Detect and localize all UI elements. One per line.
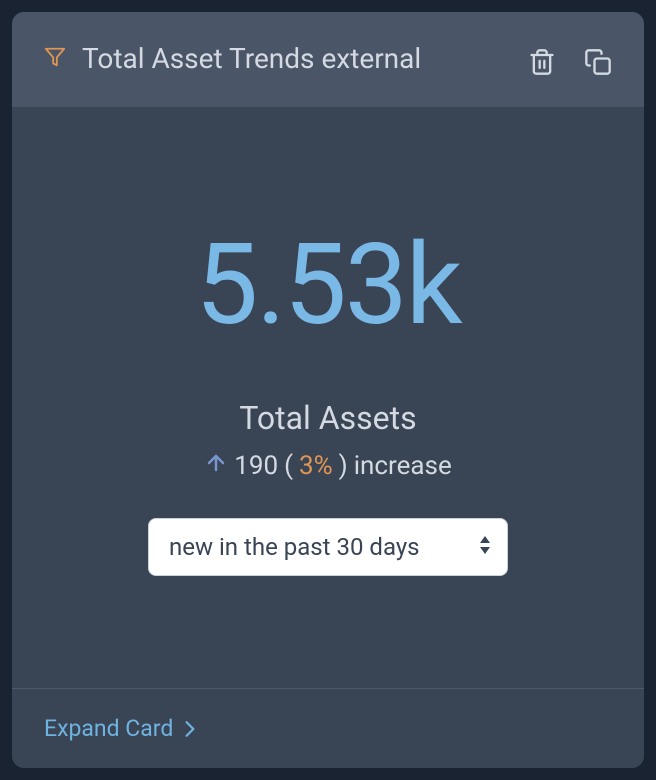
copy-button[interactable] — [584, 48, 612, 79]
change-paren-open: ( — [284, 451, 293, 481]
metric-value: 5.53k — [195, 220, 460, 351]
change-paren-close: ) — [339, 451, 348, 481]
timerange-select-wrapper: new in the past 30 days — [148, 518, 508, 576]
change-percent: 3% — [299, 451, 333, 481]
timerange-select[interactable]: new in the past 30 days — [148, 518, 508, 576]
delete-button[interactable] — [528, 48, 556, 79]
expand-label: Expand Card — [44, 715, 173, 742]
card-header: Total Asset Trends external — [12, 12, 644, 107]
metric-change: 190 (3%) increase — [204, 451, 451, 482]
chevron-right-icon — [183, 720, 197, 738]
arrow-up-icon — [204, 451, 228, 482]
copy-icon — [584, 48, 612, 79]
asset-trends-card: Total Asset Trends external — [12, 12, 644, 768]
card-title: Total Asset Trends external — [82, 40, 421, 78]
header-left: Total Asset Trends external — [44, 40, 421, 78]
change-count: 190 — [234, 451, 278, 481]
filter-icon — [44, 46, 66, 72]
trash-icon — [528, 48, 556, 79]
header-actions — [528, 48, 612, 79]
change-text: increase — [354, 451, 452, 481]
card-body: 5.53k Total Assets 190 (3%) increase new… — [12, 107, 644, 688]
metric-label: Total Assets — [239, 399, 416, 437]
card-footer: Expand Card — [12, 688, 644, 768]
expand-card-button[interactable]: Expand Card — [44, 715, 197, 742]
